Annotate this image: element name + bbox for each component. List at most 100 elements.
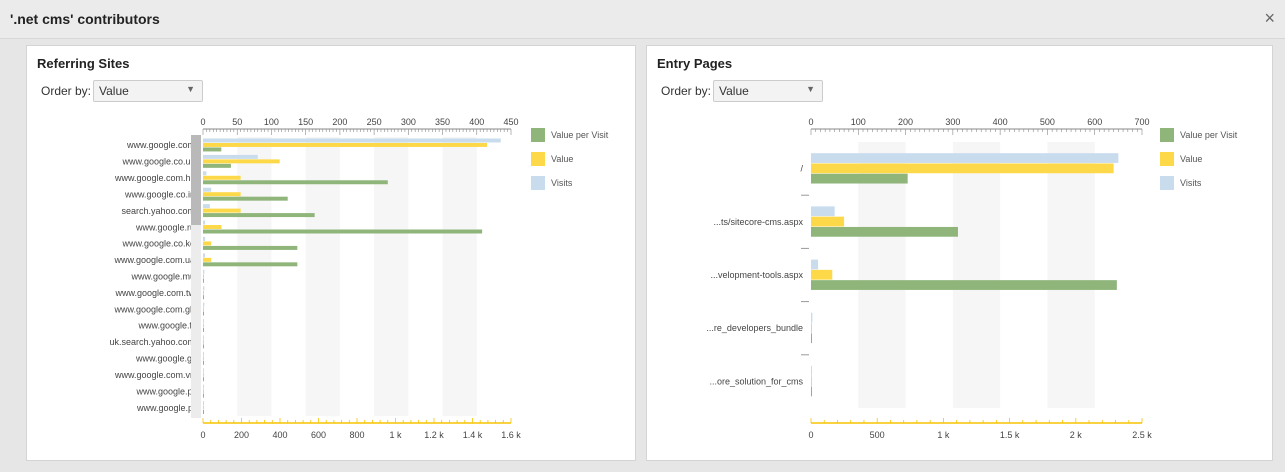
grid-band [374, 137, 409, 416]
bar-value [203, 339, 204, 344]
top-axis-tick-label: 350 [435, 117, 450, 127]
top-axis-tick-label: 200 [898, 117, 913, 127]
scrollbar-thumb [191, 135, 201, 225]
top-axis-tick-label: 400 [993, 117, 1008, 127]
legend-label: Value [1180, 154, 1202, 164]
category-label: www.google.pt [135, 386, 195, 396]
category-label: www.google.mu [130, 272, 195, 282]
entry-pages-panel: Entry Pages Order by: Value ▼ 0 100 200 300… [646, 45, 1273, 461]
bar-visits [203, 401, 204, 406]
bottom-axis-tick-label: 1.6 k [501, 430, 521, 440]
category-label: www.google.gr [135, 354, 195, 364]
grid-band [442, 137, 477, 416]
grid-band [952, 142, 1001, 408]
bar-visits [203, 335, 204, 340]
bar-value [203, 241, 212, 246]
category-label: / [800, 164, 803, 174]
bar-value [203, 356, 204, 361]
bar-visits [203, 220, 206, 225]
category-label: ...velopment-tools.aspx [710, 270, 803, 280]
category-label: www.google.co.ke [121, 239, 195, 249]
bar-value [811, 216, 845, 227]
category-label: ...ore_solution_for_cms [709, 376, 803, 386]
top-axis-tick-label: 250 [367, 117, 382, 127]
referring-sites-panel: Referring Sites Order by: Value ▼ 0 50 100… [26, 45, 636, 461]
category-label: www.google.com.hk [114, 173, 196, 183]
dialog-header: '.net cms' contributors × [0, 0, 1285, 39]
bar-visits [203, 253, 206, 258]
bar-value-per-visit [203, 213, 315, 218]
legend-label: Value [551, 154, 573, 164]
bar-visits [203, 368, 204, 373]
legend-swatch [1160, 176, 1174, 190]
legend-label: Value per Visit [551, 130, 609, 140]
bar-value [203, 389, 204, 394]
grid-band [237, 137, 272, 416]
bar-value [203, 323, 204, 328]
bar-visits [203, 204, 210, 209]
bar-value-per-visit [203, 360, 204, 365]
bar-value [203, 208, 241, 213]
top-axis-tick-label: 100 [851, 117, 866, 127]
bottom-axis-tick-label: 1.2 k [424, 430, 444, 440]
top-axis-tick-label: 0 [808, 117, 813, 127]
top-axis-tick-label: 200 [332, 117, 347, 127]
bottom-axis-tick-label: 800 [349, 430, 364, 440]
bar-value-per-visit [811, 173, 908, 184]
bar-visits [203, 171, 207, 176]
bar-visits [203, 286, 205, 291]
bottom-axis-tick-label: 2 k [1070, 430, 1083, 440]
bar-value [811, 269, 833, 280]
bar-value-per-visit [203, 147, 222, 152]
bar-value-per-visit [203, 229, 483, 234]
bar-value-per-visit [203, 311, 204, 316]
category-label: www.google.pl [136, 403, 195, 413]
bar-value-per-visit [203, 344, 204, 349]
legend-label: Visits [1180, 178, 1202, 188]
category-label: uk.search.yahoo.com [109, 337, 195, 347]
bar-value-per-visit [203, 180, 388, 185]
grid-band [305, 137, 340, 416]
bar-visits [811, 259, 819, 270]
category-label: www.google.fr [137, 321, 195, 331]
bar-value-per-visit [203, 295, 204, 300]
category-label: www.google.co.uk [121, 157, 195, 167]
bottom-axis-tick-label: 600 [311, 430, 326, 440]
bar-value [203, 159, 280, 164]
top-axis-tick-label: 0 [200, 117, 205, 127]
bottom-axis-tick-label: 0 [808, 430, 813, 440]
bottom-axis-tick-label: 1 k [937, 430, 950, 440]
bottom-axis-tick-label: 1.4 k [463, 430, 483, 440]
bar-value-per-visit [811, 333, 812, 344]
bar-value-per-visit [811, 280, 1117, 290]
top-axis-tick-label: 300 [945, 117, 960, 127]
bar-visits [203, 302, 205, 307]
bar-value [203, 290, 204, 295]
bar-value-per-visit [203, 245, 298, 250]
bar-value [811, 163, 1114, 174]
bar-visits [811, 312, 813, 323]
top-axis-tick-label: 450 [503, 117, 518, 127]
top-axis-tick-label: 600 [1087, 117, 1102, 127]
category-label: ...re_developers_bundle [706, 323, 803, 333]
category-label: www.google.com.tw [114, 288, 195, 298]
top-axis-tick-label: 300 [401, 117, 416, 127]
category-label: www.google.com [126, 140, 195, 150]
top-axis-tick-label: 500 [1040, 117, 1055, 127]
bottom-axis-tick-label: 1.5 k [1000, 430, 1020, 440]
bottom-axis-tick-label: 0 [200, 430, 205, 440]
entry-pages-chart: 0 100 200 300 400 500 600 700 0 500 1 k 1.5 k 2 k 2.5… [706, 117, 1237, 440]
category-label: www.google.com.gh [113, 304, 195, 314]
bar-visits [203, 319, 204, 323]
bar-value-per-visit [203, 327, 204, 332]
close-icon[interactable]: × [1264, 8, 1275, 28]
category-label: www.google.com.vn [114, 370, 195, 380]
legend-swatch [531, 176, 545, 190]
bar-value-per-visit [811, 226, 958, 237]
bar-value [811, 376, 812, 387]
bar-value [203, 257, 212, 262]
bottom-axis-tick-label: 2.5 k [1132, 430, 1152, 440]
bar-value [203, 372, 204, 377]
top-axis-tick-label: 400 [469, 117, 484, 127]
legend-swatch [531, 128, 545, 142]
